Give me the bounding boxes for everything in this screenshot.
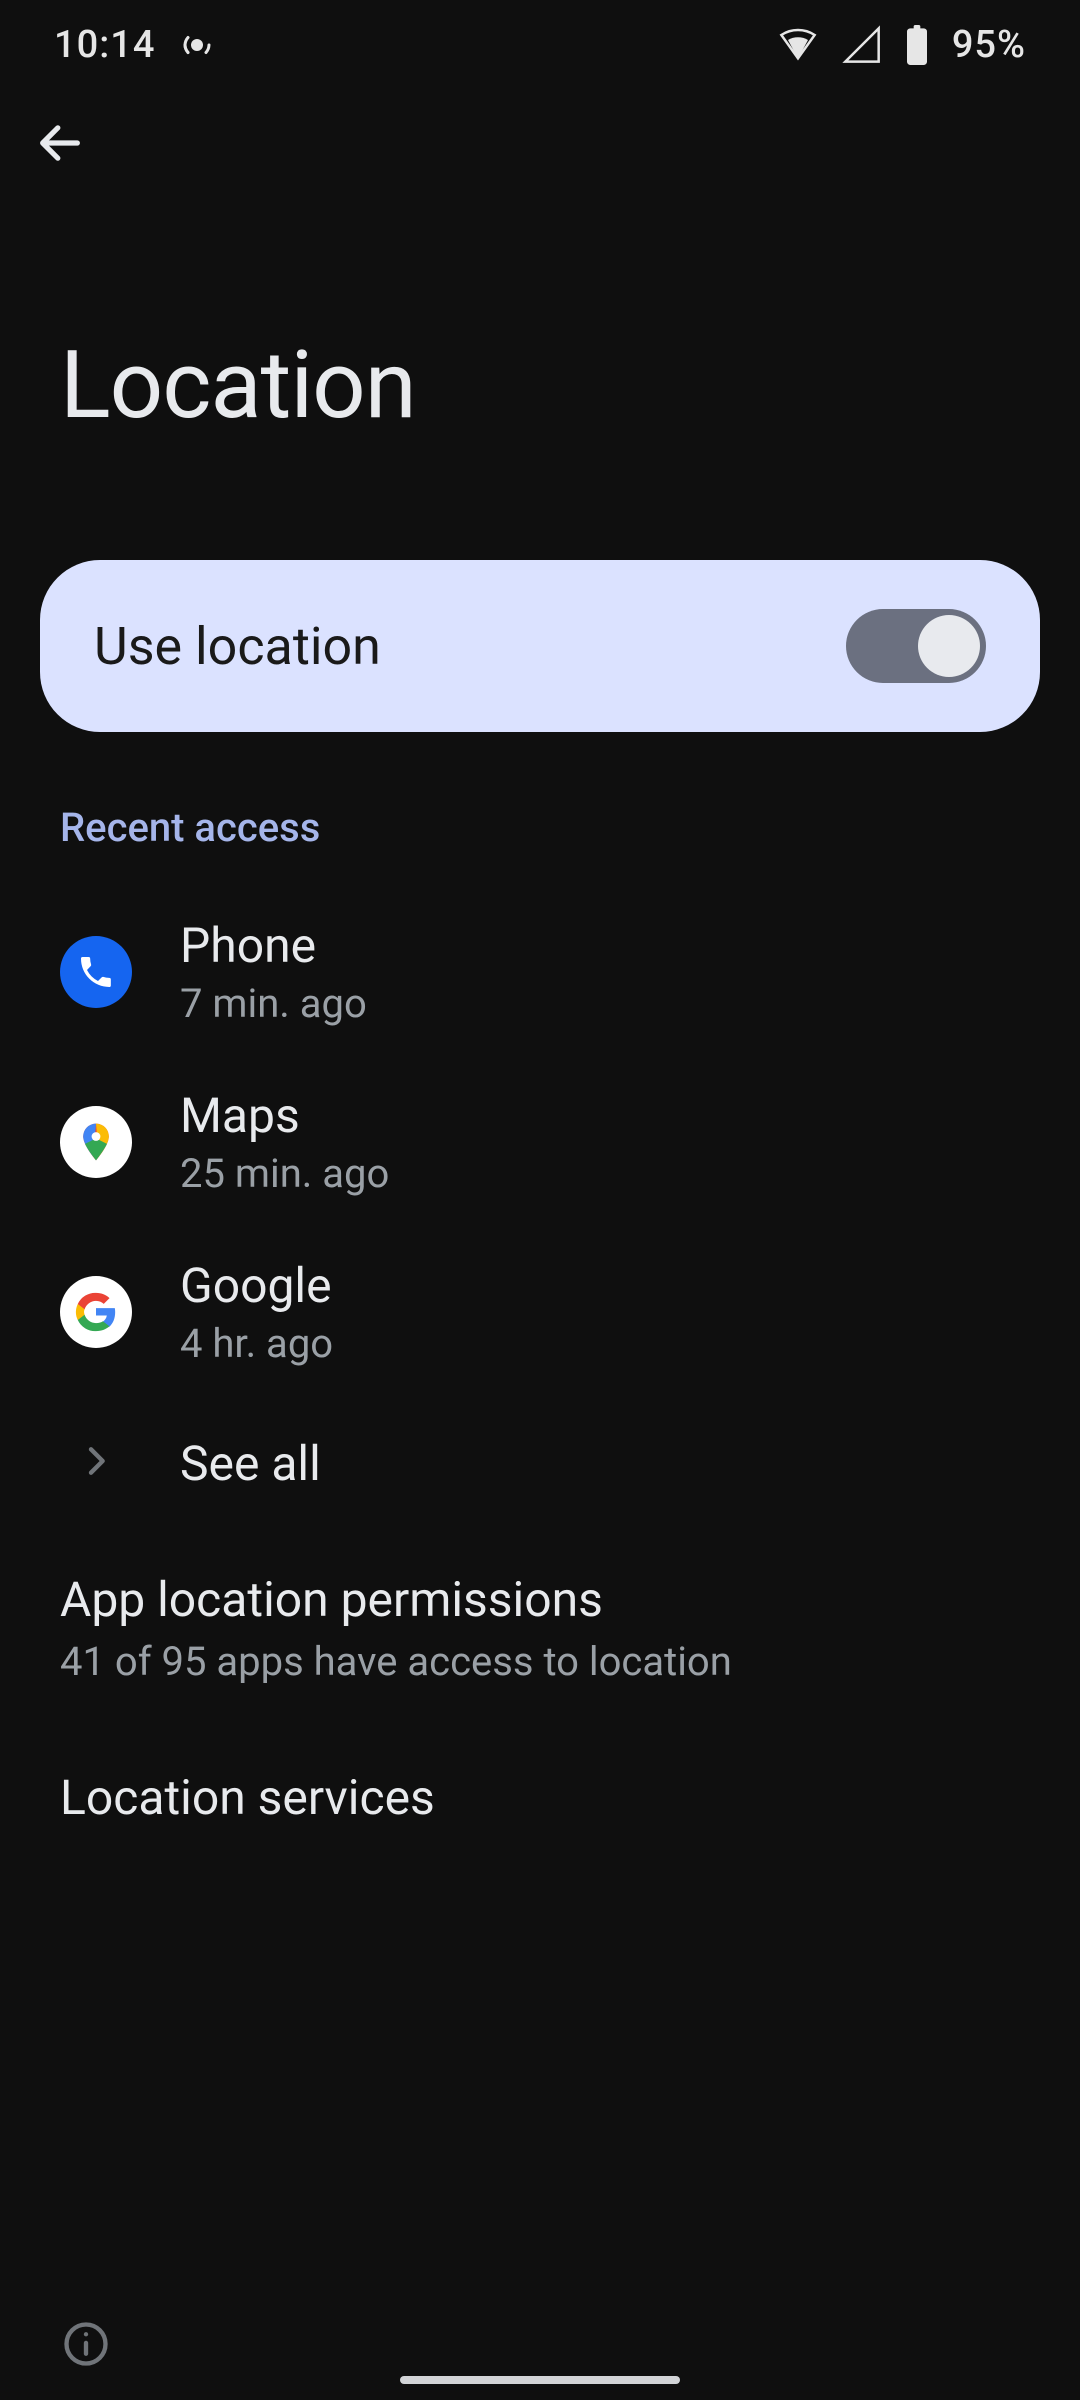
battery-icon — [906, 25, 928, 65]
status-bar: 10:14 — [0, 0, 1080, 90]
row-title: App location permissions — [60, 1571, 1020, 1628]
use-location-row[interactable]: Use location — [40, 560, 1040, 732]
maps-app-icon — [60, 1106, 132, 1178]
see-all-label: See all — [180, 1435, 321, 1492]
use-location-toggle[interactable] — [846, 609, 986, 683]
toggle-thumb — [918, 615, 980, 677]
page-title: Location — [0, 200, 1080, 560]
home-indicator[interactable] — [400, 2376, 680, 2384]
battery-text: 95% — [952, 23, 1026, 67]
see-all-row[interactable]: See all — [0, 1397, 1080, 1529]
recent-access-item-phone[interactable]: Phone 7 min. ago — [0, 887, 1080, 1057]
active-app-indicator-icon — [179, 27, 215, 63]
list-item-title: Google — [180, 1257, 333, 1314]
use-location-label: Use location — [94, 616, 381, 677]
list-item-subtitle: 25 min. ago — [180, 1150, 389, 1197]
status-time: 10:14 — [54, 23, 155, 67]
phone-app-icon — [60, 936, 132, 1008]
row-title: Location services — [60, 1769, 1020, 1826]
chevron-right-icon — [76, 1441, 116, 1485]
app-bar — [0, 90, 1080, 200]
list-item-title: Phone — [180, 917, 367, 974]
wifi-icon — [778, 25, 818, 65]
info-icon[interactable] — [60, 2318, 112, 2374]
recent-access-item-maps[interactable]: Maps 25 min. ago — [0, 1057, 1080, 1227]
back-button[interactable] — [30, 115, 90, 175]
list-item-title: Maps — [180, 1087, 389, 1144]
location-services-row[interactable]: Location services — [0, 1727, 1080, 1868]
google-app-icon — [60, 1276, 132, 1348]
list-item-subtitle: 7 min. ago — [180, 980, 367, 1027]
recent-access-header: Recent access — [0, 732, 1080, 887]
app-location-permissions-row[interactable]: App location permissions 41 of 95 apps h… — [0, 1529, 1080, 1727]
recent-access-item-google[interactable]: Google 4 hr. ago — [0, 1227, 1080, 1397]
list-item-subtitle: 4 hr. ago — [180, 1320, 333, 1367]
row-subtitle: 41 of 95 apps have access to location — [60, 1638, 1020, 1685]
cell-signal-icon — [842, 25, 882, 65]
arrow-left-icon — [34, 117, 86, 173]
